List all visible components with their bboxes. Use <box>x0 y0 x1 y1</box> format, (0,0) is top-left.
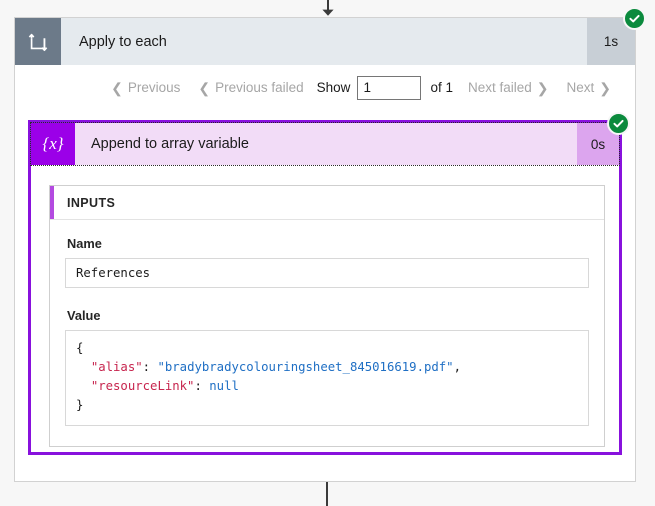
append-to-array-variable-header[interactable]: {x} Append to array variable 0s <box>30 112 630 166</box>
check-glyph <box>613 119 624 128</box>
inputs-section-title: INPUTS <box>67 195 116 210</box>
append-to-array-variable-title: Append to array variable <box>91 136 249 152</box>
variable-braces-icon: {x} <box>31 123 75 165</box>
inputs-panel: INPUTS Name References Value { "alias": … <box>49 185 605 448</box>
arrow-down-icon <box>321 0 334 16</box>
json-colon: : <box>194 379 210 394</box>
name-field-label: Name <box>67 236 102 251</box>
value-field-json[interactable]: { "alias": "bradybradycolouringsheet_845… <box>65 330 589 427</box>
apply-to-each-title: Apply to each <box>79 33 167 50</box>
append-to-array-variable-success-check-icon <box>607 112 630 135</box>
apply-to-each-header[interactable]: Apply to each 1s <box>15 7 646 65</box>
json-colon: : <box>142 360 158 375</box>
json-comma: , <box>453 360 461 375</box>
chevron-right-icon: ❯ <box>599 79 611 96</box>
apply-to-each-success-check-icon <box>623 7 646 30</box>
json-value-resourcelink: null <box>209 379 239 394</box>
iteration-pager: ❮ Previous ❮ Previous failed Show of 1 N… <box>15 65 635 110</box>
check-glyph <box>629 14 640 23</box>
json-key-resourcelink: "resourceLink" <box>90 379 195 394</box>
flow-connector-top <box>0 0 655 18</box>
inputs-panel-header: INPUTS <box>50 186 604 220</box>
next-failed-button[interactable]: Next failed ❯ <box>459 80 558 95</box>
inputs-accent-bar <box>50 186 54 219</box>
show-label: Show <box>316 80 351 95</box>
json-close-brace: } <box>76 398 84 413</box>
json-key-alias: "alias" <box>90 360 143 375</box>
apply-to-each-loop-icon <box>15 18 61 65</box>
next-button[interactable]: Next ❯ <box>558 80 621 95</box>
chevron-left-icon: ❮ <box>111 79 123 96</box>
previous-button-label: Previous <box>127 80 181 95</box>
flow-connector-line <box>326 482 328 506</box>
json-open-brace: { <box>76 341 84 355</box>
chevron-right-icon: ❯ <box>536 79 549 96</box>
append-to-array-variable-card[interactable]: {x} Append to array variable 0s INPUTS N… <box>28 112 630 455</box>
chevron-left-icon: ❮ <box>198 79 211 96</box>
loop-icon-glyph <box>28 33 48 51</box>
inputs-panel-body: Name References Value { "alias": "bradyb… <box>50 220 604 446</box>
next-button-label: Next <box>566 80 595 95</box>
previous-failed-button[interactable]: ❮ Previous failed <box>189 80 312 95</box>
page-total-label: of 1 <box>430 80 453 95</box>
next-failed-button-label: Next failed <box>467 80 532 95</box>
previous-failed-button-label: Previous failed <box>215 80 304 95</box>
previous-button[interactable]: ❮ Previous <box>102 80 189 95</box>
page-number-input[interactable] <box>357 75 422 100</box>
name-field-value[interactable]: References <box>65 258 589 288</box>
json-value-alias: "bradybradycolouringsheet_845016619.pdf" <box>157 360 454 375</box>
value-field-label: Value <box>67 308 101 323</box>
flow-run-details-view: Apply to each 1s ❮ Previous ❮ Previous f… <box>0 0 655 506</box>
